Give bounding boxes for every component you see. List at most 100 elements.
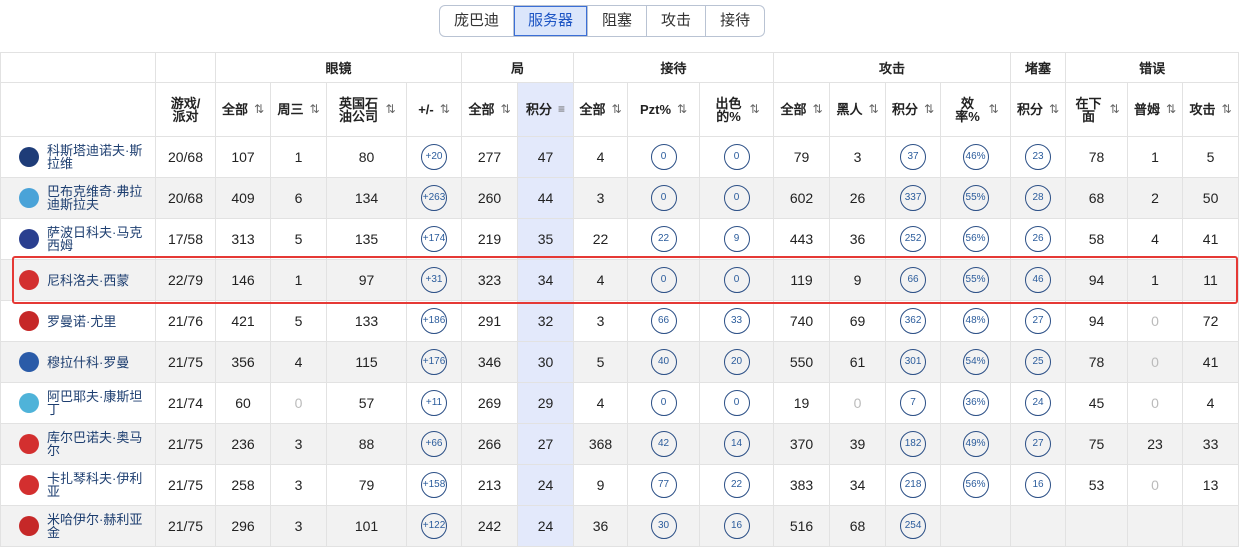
- stat-cell: 25: [1010, 341, 1067, 383]
- sort-icon[interactable]: ⇅: [813, 103, 823, 116]
- tab-0[interactable]: 庞巴迪: [440, 6, 515, 36]
- column-header[interactable]: 在下面 ⇅: [1065, 82, 1129, 137]
- column-label: 全部: [780, 102, 807, 117]
- sort-icon[interactable]: ⇅: [309, 103, 319, 116]
- column-header[interactable]: 全部 ⇅: [215, 82, 271, 137]
- team-logo-icon: [19, 188, 39, 208]
- sort-icon[interactable]: ⇅: [254, 103, 264, 116]
- sort-icon[interactable]: ⇅: [440, 103, 450, 116]
- stat-cell: 0: [627, 259, 701, 301]
- table-row[interactable]: 萨波日科夫·马克西姆 17/58 313 5 135 +174 219 35 22 22 9 443 3…: [0, 218, 1240, 260]
- stat-value: 368: [588, 436, 613, 452]
- player-name[interactable]: 巴布克维奇·弗拉迪斯拉夫: [47, 185, 147, 211]
- column-header[interactable]: 出色的% ⇅: [699, 82, 775, 137]
- stat-value: 134: [354, 190, 379, 206]
- table-row[interactable]: 库尔巴诺夫·奥马尔 21/75 236 3 88 +66 266 27 368 42 14 370 39…: [0, 423, 1240, 465]
- stat-cell: 48%: [940, 300, 1012, 342]
- sort-icon[interactable]: ⇅: [1222, 103, 1232, 116]
- column-header[interactable]: 游戏/派对: [155, 82, 216, 137]
- sorted-icon[interactable]: ≡: [558, 103, 565, 116]
- sort-icon[interactable]: ⇅: [1049, 103, 1059, 116]
- stat-value: 21/74: [167, 395, 204, 411]
- column-label: 攻击: [1189, 102, 1216, 117]
- column-header[interactable]: 效率% ⇅: [940, 82, 1012, 137]
- table-row[interactable]: 米哈伊尔·赫利亚金 21/75 296 3 101 +122 242 24 36 30 16 516 6…: [0, 505, 1240, 547]
- player-name[interactable]: 阿巴耶夫·康斯坦丁: [47, 390, 147, 416]
- sort-icon[interactable]: ⇅: [612, 103, 622, 116]
- stat-value: 45: [1088, 395, 1105, 411]
- stat-cell: 252: [885, 218, 942, 260]
- stat-badge: 33: [723, 308, 750, 334]
- stat-value: 409: [231, 190, 255, 206]
- tab-2[interactable]: 阻塞: [588, 6, 648, 36]
- column-header[interactable]: 攻击 ⇅: [1182, 82, 1240, 137]
- stat-value: 27: [537, 436, 554, 452]
- stat-value: 0: [294, 395, 303, 411]
- stat-cell: 66: [627, 300, 701, 342]
- player-name[interactable]: 罗曼诺·尤里: [47, 315, 116, 328]
- table-row[interactable]: 罗曼诺·尤里 21/76 421 5 133 +186 291 32 3 66 33 740 69 362…: [0, 300, 1240, 342]
- column-header[interactable]: 积分 ≡: [517, 82, 575, 137]
- column-header[interactable]: 积分 ⇅: [1010, 82, 1067, 137]
- tab-1[interactable]: 服务器: [514, 6, 589, 36]
- player-name[interactable]: 库尔巴诺夫·奥马尔: [47, 431, 147, 457]
- stat-value: 24: [537, 518, 554, 534]
- tab-4[interactable]: 接待: [706, 6, 764, 36]
- player-name[interactable]: 科斯塔迪诺夫·斯拉维: [47, 144, 147, 170]
- stat-cell: 2: [1127, 177, 1184, 219]
- player-name[interactable]: 穆拉什科·罗曼: [47, 356, 129, 369]
- tab-3[interactable]: 攻击: [647, 6, 707, 36]
- player-name[interactable]: 米哈伊尔·赫利亚金: [47, 513, 147, 539]
- sort-icon[interactable]: ⇅: [989, 103, 999, 116]
- stat-value: 3: [853, 149, 862, 165]
- sort-icon[interactable]: ⇅: [924, 103, 934, 116]
- table-row[interactable]: 穆拉什科·罗曼 21/75 356 4 115 +176 346 30 5 40 20 550 61 30…: [0, 341, 1240, 383]
- stat-cell: 69: [829, 300, 887, 342]
- column-header[interactable]: 积分 ⇅: [885, 82, 942, 137]
- table-row[interactable]: 尼科洛夫·西蒙 22/79 146 1 97 +31 323 34 4 0 0 119 9 66 55% 46…: [0, 259, 1240, 301]
- stat-cell: 27: [517, 423, 575, 465]
- stat-cell: 146: [215, 259, 271, 301]
- team-logo-icon: [19, 352, 39, 372]
- stat-cell: 356: [215, 341, 271, 383]
- sort-icon[interactable]: ⇅: [385, 103, 395, 116]
- stat-cell: 22: [573, 218, 629, 260]
- stat-badge: 54%: [962, 349, 989, 375]
- column-header[interactable]: 英国石油公司 ⇅: [326, 82, 407, 137]
- table-row[interactable]: 科斯塔迪诺夫·斯拉维 20/68 107 1 80 +20 277 47 4 0 0 79 3 37 46%…: [0, 136, 1240, 178]
- stat-cell: 134: [326, 177, 407, 219]
- column-header[interactable]: 全部 ⇅: [573, 82, 629, 137]
- stat-value: 0: [1151, 313, 1159, 329]
- stat-value: 3: [294, 477, 303, 493]
- stat-value: 36: [849, 231, 866, 247]
- sort-icon[interactable]: ⇅: [869, 103, 879, 116]
- column-header[interactable]: 普姆 ⇅: [1127, 82, 1184, 137]
- stat-cell: 17/58: [155, 218, 216, 260]
- stat-cell: 45: [1065, 382, 1129, 424]
- sort-icon[interactable]: ⇅: [500, 103, 510, 116]
- player-name[interactable]: 尼科洛夫·西蒙: [47, 274, 129, 287]
- table-row[interactable]: 巴布克维奇·弗拉迪斯拉夫 20/68 409 6 134 +263 260 44 3 0 0 602 2…: [0, 177, 1240, 219]
- sort-icon[interactable]: ⇅: [750, 103, 760, 116]
- stat-badge: +174: [421, 226, 447, 252]
- table-row[interactable]: 卡扎琴科夫·伊利亚 21/75 258 3 79 +158 213 24 9 77 22 383 34 2…: [0, 464, 1240, 506]
- column-header[interactable]: 全部 ⇅: [461, 82, 519, 137]
- stat-value: 1: [294, 272, 303, 288]
- stat-badge: 49%: [962, 431, 989, 457]
- stat-value: 1: [294, 149, 303, 165]
- stat-cell: +20: [405, 136, 463, 178]
- sort-icon[interactable]: ⇅: [1110, 103, 1120, 116]
- column-header[interactable]: 全部 ⇅: [773, 82, 831, 137]
- stat-cell: 5: [270, 300, 327, 342]
- column-header[interactable]: +/- ⇅: [405, 82, 463, 137]
- sort-icon[interactable]: ⇅: [1166, 103, 1176, 116]
- column-header[interactable]: Pzt% ⇅: [627, 82, 701, 137]
- stat-cell: 34: [517, 259, 575, 301]
- table-row[interactable]: 阿巴耶夫·康斯坦丁 21/74 60 0 57 +11 269 29 4 0 0 19 0 7 36% 24 4…: [0, 382, 1240, 424]
- player-name[interactable]: 萨波日科夫·马克西姆: [47, 226, 147, 252]
- stat-cell: 242: [461, 505, 519, 547]
- column-header[interactable]: 周三 ⇅: [270, 82, 327, 137]
- player-name[interactable]: 卡扎琴科夫·伊利亚: [47, 472, 147, 498]
- column-header[interactable]: 黑人 ⇅: [829, 82, 887, 137]
- sort-icon[interactable]: ⇅: [677, 103, 687, 116]
